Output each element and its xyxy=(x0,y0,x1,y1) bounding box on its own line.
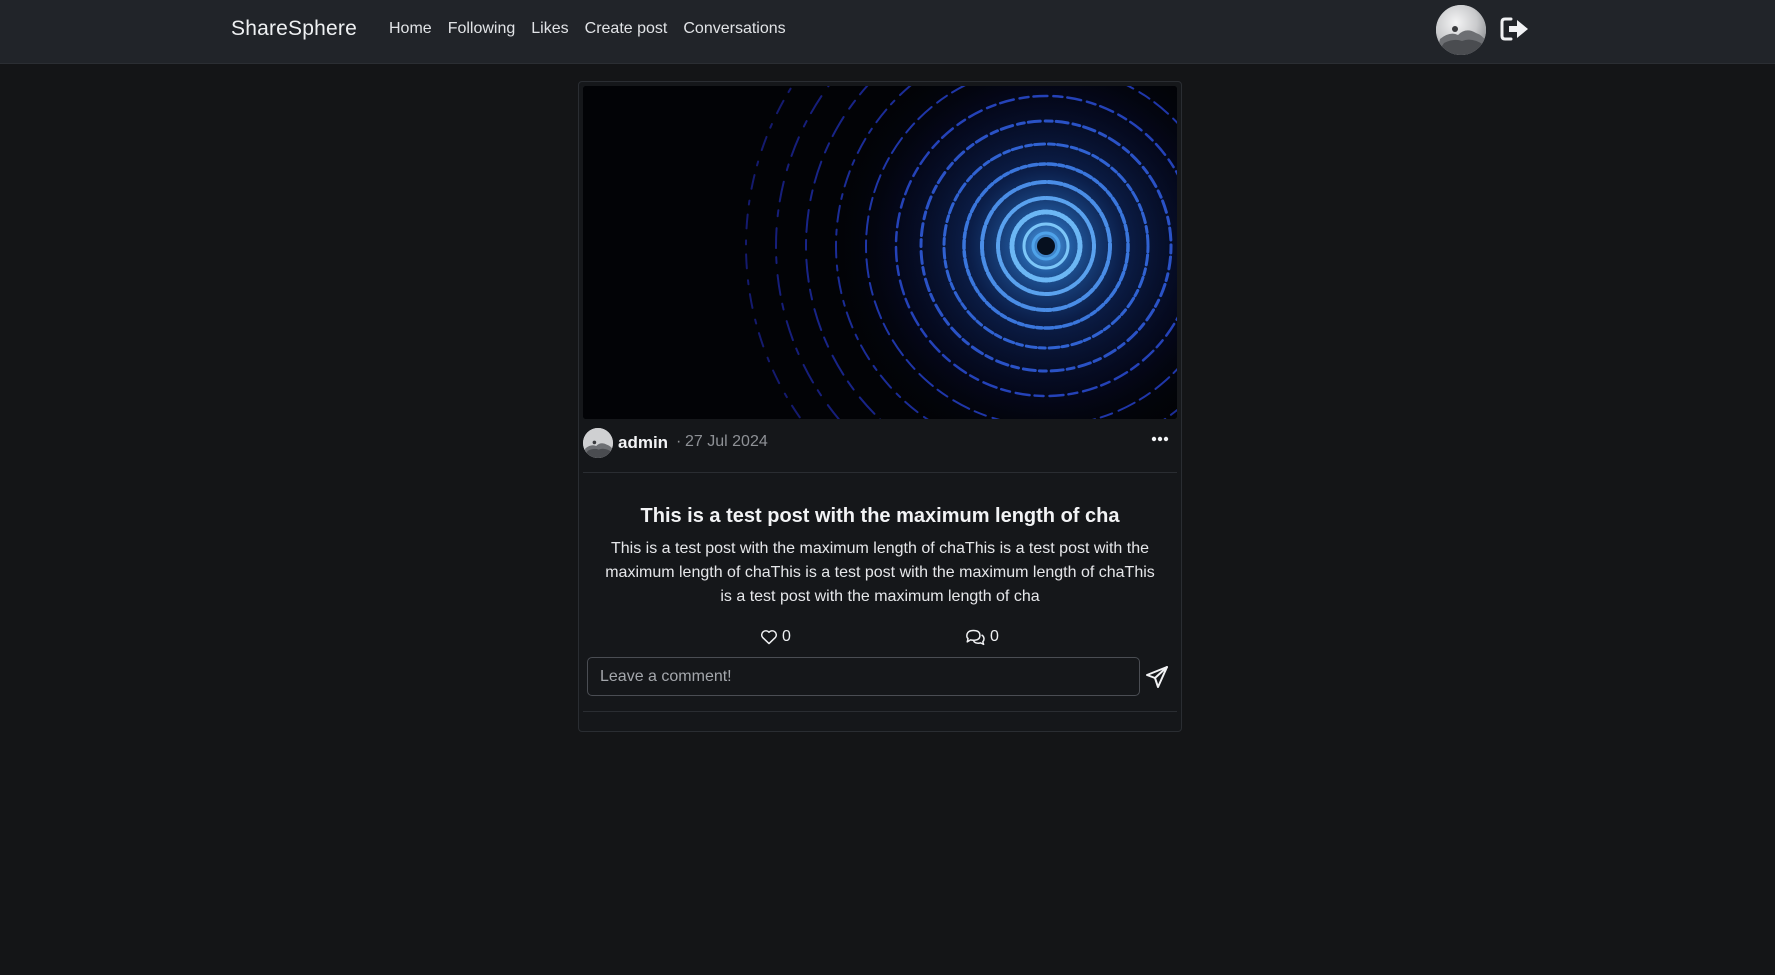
like-button[interactable]: 0 xyxy=(760,628,791,646)
post-date: 27 Jul 2024 xyxy=(685,433,768,450)
chat-bubbles-icon xyxy=(966,629,985,646)
comments-button[interactable]: 0 xyxy=(964,628,999,646)
more-horizontal-icon[interactable] xyxy=(1150,429,1170,449)
post-meta: admin · 27 Jul 2024 xyxy=(583,427,1177,459)
divider xyxy=(583,711,1177,712)
post-title: This is a test post with the maximum len… xyxy=(640,505,1120,527)
heart-icon xyxy=(761,630,777,645)
author-avatar-image xyxy=(583,428,613,458)
nav-link-conversations[interactable]: Conversations xyxy=(683,20,785,38)
divider xyxy=(583,472,1177,473)
send-icon[interactable] xyxy=(1145,665,1169,689)
comment-input[interactable] xyxy=(587,657,1140,696)
post-image[interactable] xyxy=(583,86,1177,419)
user-avatar[interactable] xyxy=(1436,5,1486,55)
nav-link-home[interactable]: Home xyxy=(389,20,432,38)
author-name[interactable]: admin xyxy=(618,433,668,453)
author-avatar[interactable] xyxy=(583,428,613,458)
like-count: 0 xyxy=(782,628,791,645)
nav-link-create-post[interactable]: Create post xyxy=(585,20,668,38)
nav-link-following[interactable]: Following xyxy=(448,20,516,38)
nav-links: Home Following Likes Create post Convers… xyxy=(389,20,786,38)
meta-separator: · xyxy=(676,433,682,450)
brand-link[interactable]: ShareSphere xyxy=(231,17,357,41)
top-navbar: ShareSphere Home Following Likes Create … xyxy=(0,0,1775,64)
post-body: This is a test post with the maximum len… xyxy=(605,540,1155,605)
nav-link-likes[interactable]: Likes xyxy=(531,20,568,38)
avatar-image xyxy=(1436,5,1486,55)
post-card: admin · 27 Jul 2024 This is a test post … xyxy=(578,81,1182,732)
comment-count: 0 xyxy=(990,628,999,645)
post-image-graphic xyxy=(583,86,1177,419)
logout-icon[interactable] xyxy=(1500,16,1530,42)
